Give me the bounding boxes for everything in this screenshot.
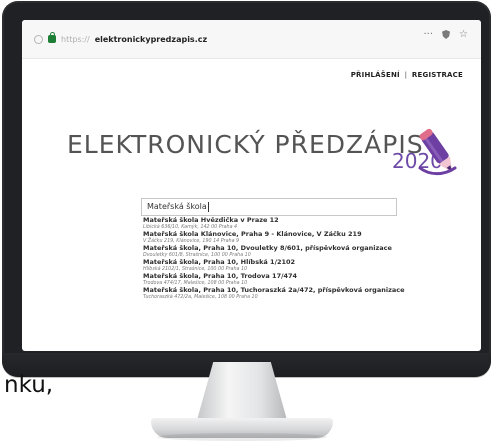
shield-icon[interactable]: [442, 30, 451, 39]
url-prefix: https://: [61, 34, 90, 44]
account-links: PŘIHLÁŠENÍ | REGISTRACE: [351, 71, 463, 79]
search-results-dropdown: Mateřská škola Hvězdička v Praze 12 Libi…: [143, 217, 456, 351]
result-title: Mateřská škola, Praha 10, Dvouletky 8/60…: [143, 245, 392, 253]
more-menu-icon[interactable]: ···: [423, 29, 433, 40]
page-title: ELEKTRONICKÝ PŘEDZÁPIS: [67, 130, 424, 159]
cropped-caption-text: nku,: [4, 372, 54, 398]
browser-address-bar: https:// elektronickypredzapis.cz ··· ☆: [22, 20, 481, 59]
result-address: Hlíbská 2102/1, Strašnice, 100 00 Praha …: [143, 266, 248, 272]
result-address: Libická 636/10, Kamýk, 142 00 Praha 4: [143, 224, 238, 230]
back-circle-icon[interactable]: [34, 34, 43, 44]
register-link[interactable]: REGISTRACE: [412, 71, 463, 79]
result-title: Mateřská škola, Praha 10, Tuchoraszká 2a…: [143, 287, 405, 295]
star-icon[interactable]: ☆: [459, 29, 468, 40]
browser-actions: ··· ☆: [423, 29, 468, 40]
login-link[interactable]: PŘIHLÁŠENÍ: [351, 71, 400, 79]
screen: https:// elektronickypredzapis.cz ··· ☆ …: [22, 20, 481, 351]
url-row[interactable]: https:// elektronickypredzapis.cz: [34, 29, 394, 49]
result-title: Mateřská škola, Praha 10, Trodova 17/474: [143, 273, 298, 281]
result-item[interactable]: Mateřská škola, Praha 10, Trodova 17/474…: [143, 273, 456, 287]
result-title: Mateřská škola Hvězdička v Praze 12: [143, 217, 279, 224]
lock-icon: [48, 32, 56, 43]
result-address: Tuchoraszká 472/2a, Malešice, 108 00 Pra…: [143, 294, 258, 300]
header-separator: |: [404, 71, 408, 79]
stand-shadow: [157, 433, 327, 441]
result-item[interactable]: Mateřská škola Hvězdička v Praze 12 Libi…: [143, 217, 456, 231]
result-address: V Žáčku 219, Klánovice, 190 14 Praha 9: [143, 238, 240, 244]
stage: https:// elektronickypredzapis.cz ··· ☆ …: [0, 0, 493, 443]
result-item[interactable]: Mateřská škola, Praha 10, Hlíbská 1/2102…: [143, 259, 456, 273]
result-item[interactable]: Mateřská škola, Praha 10, Tuchoraszká 2a…: [143, 287, 456, 301]
result-title: Mateřská škola, Praha 10, Hlíbská 1/2102: [143, 259, 296, 267]
result-item[interactable]: Mateřská škola, Praha 10, Dvouletky 8/60…: [143, 245, 456, 259]
url-domain[interactable]: elektronickypredzapis.cz: [95, 35, 207, 44]
school-search-input[interactable]: Mateřská škola: [141, 198, 397, 216]
result-item[interactable]: Mateřská škola Klánovice, Praha 9 - Klán…: [143, 231, 456, 245]
result-title: Mateřská škola Klánovice, Praha 9 - Klán…: [143, 231, 362, 239]
result-address: Dvouletky 601/8, Strašnice, 100 00 Praha…: [143, 252, 251, 258]
result-address: Trodova 474/17, Malešice, 108 00 Praha 1…: [143, 280, 248, 286]
monitor-frame: https:// elektronickypredzapis.cz ··· ☆ …: [2, 1, 491, 377]
pencil-logo-icon: [418, 128, 457, 176]
